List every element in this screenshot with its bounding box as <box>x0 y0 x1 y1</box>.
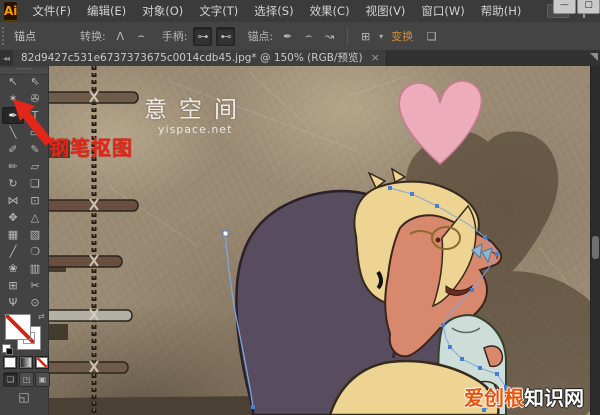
none-button[interactable] <box>35 356 49 369</box>
close-icon[interactable]: × <box>371 50 380 66</box>
watermark-title: 意空间 <box>144 90 249 124</box>
delete-anchor-icon[interactable]: ✒ <box>279 28 296 45</box>
menu-select[interactable]: 选择(S) <box>246 0 301 22</box>
annotation-text: 钢笔抠图 <box>49 132 133 161</box>
draw-behind-mode-button[interactable]: ◳ <box>19 372 34 387</box>
hand-tool[interactable]: Ψ <box>2 294 24 311</box>
fill-swatch-none[interactable] <box>5 314 31 340</box>
minimize-button[interactable]: — <box>553 0 576 14</box>
blend-tool[interactable]: ❍ <box>24 243 46 260</box>
maximize-button[interactable]: ▢ <box>577 0 600 14</box>
transform-link[interactable]: 变换 <box>391 28 413 44</box>
color-button[interactable] <box>3 356 17 369</box>
scale-tool[interactable]: ❏ <box>24 175 46 192</box>
panel-corner-icon <box>590 53 598 61</box>
direct-selection-tool[interactable]: ⇖ <box>24 73 46 90</box>
menu-type[interactable]: 文字(T) <box>191 0 246 22</box>
chevron-down-icon[interactable]: ▾ <box>379 32 383 41</box>
footer-watermark-right: 知识网 <box>524 386 584 410</box>
footer-watermark-left: 爱创根 <box>464 386 524 410</box>
document-title: 82d9427c531e6737373675c0014cdb45.jpg* @ … <box>21 50 363 66</box>
column-graph-tool[interactable]: ▥ <box>24 260 46 277</box>
width-tool[interactable]: ⋈ <box>2 192 24 209</box>
gradient-tool[interactable]: ▧ <box>24 226 46 243</box>
gradient-button[interactable] <box>19 356 33 369</box>
control-bar: 锚点 转换: Λ ⌢ 手柄: ⊶ ⊷ 锚点: ✒ ⌢ ↝ ⊞ ▾ 变换 ❑ <box>0 22 600 51</box>
convert-to-smooth-icon[interactable]: ⌢ <box>133 28 150 45</box>
draw-normal-mode-button[interactable]: ❏ <box>3 372 18 387</box>
document-tab[interactable]: 82d9427c531e6737373675c0014cdb45.jpg* @ … <box>13 50 387 66</box>
blob-brush-tool[interactable]: ✏ <box>2 158 24 175</box>
watermark-url: yispace.net <box>158 123 232 136</box>
align-icon[interactable]: ⊞ <box>357 28 374 45</box>
rotate-tool[interactable]: ↻ <box>2 175 24 192</box>
panel-grip[interactable] <box>2 27 8 45</box>
fill-stroke-indicator: ⇄ <box>0 312 48 356</box>
convert-label: 转换: <box>80 28 106 44</box>
draw-inside-mode-button[interactable]: ▣ <box>35 372 50 387</box>
perspective-grid-tool[interactable]: △ <box>24 209 46 226</box>
shape-builder-tool[interactable]: ✥ <box>2 209 24 226</box>
cut-path-icon[interactable]: ↝ <box>321 28 338 45</box>
anchors-label: 锚点: <box>247 28 273 44</box>
default-fill-stroke-icon[interactable] <box>2 344 11 353</box>
document-tab-bar: ◂◂ 82d9427c531e6737373675c0014cdb45.jpg*… <box>0 50 600 67</box>
artboard-tool[interactable]: ⊞ <box>2 277 24 294</box>
vertical-scrollbar[interactable] <box>590 66 600 415</box>
bounding-box-icon[interactable]: ❑ <box>423 28 440 45</box>
control-panel-title: 锚点 <box>14 28 36 44</box>
scrollbar-thumb[interactable] <box>592 236 599 259</box>
menu-edit[interactable]: 编辑(E) <box>79 0 134 22</box>
free-transform-tool[interactable]: ⊡ <box>24 192 46 209</box>
divider <box>347 27 348 45</box>
zoom-tool[interactable]: ⊙ <box>24 294 46 311</box>
show-handles-icon[interactable]: ⊶ <box>193 27 212 46</box>
menu-object[interactable]: 对象(O) <box>134 0 191 22</box>
eyedropper-tool[interactable]: ╱ <box>2 243 24 260</box>
screen-mode-button[interactable]: ◱ <box>13 390 35 405</box>
menu-effect[interactable]: 效果(C) <box>302 0 358 22</box>
round-corner-icon[interactable]: ⌢ <box>300 28 317 45</box>
handles-label: 手柄: <box>162 28 188 44</box>
artwork-image <box>48 66 590 415</box>
menu-window[interactable]: 窗口(W) <box>413 0 472 22</box>
menu-bar: Ai 文件(F) 编辑(E) 对象(O) 文字(T) 选择(S) 效果(C) 视… <box>0 0 600 23</box>
collapse-panel-icon[interactable]: ◂◂ <box>3 54 9 63</box>
menu-view[interactable]: 视图(V) <box>358 0 414 22</box>
symbol-sprayer-tool[interactable]: ❀ <box>2 260 24 277</box>
swap-fill-stroke-icon[interactable]: ⇄ <box>38 312 45 321</box>
menu-file[interactable]: 文件(F) <box>24 0 79 22</box>
annotation-arrow-icon <box>13 99 57 147</box>
slice-tool[interactable]: ✂ <box>24 277 46 294</box>
canvas-area[interactable]: 意空间 yispace.net 爱创根知识网 <box>48 66 590 415</box>
hide-handles-icon[interactable]: ⊷ <box>216 27 235 46</box>
eraser-tool[interactable]: ▱ <box>24 158 46 175</box>
footer-watermark: 爱创根知识网 <box>464 382 584 411</box>
mesh-tool[interactable]: ▦ <box>2 226 24 243</box>
app-logo-icon: Ai <box>3 1 18 21</box>
menu-help[interactable]: 帮助(H) <box>473 0 530 22</box>
convert-to-corner-icon[interactable]: Λ <box>112 28 129 45</box>
selection-tool[interactable]: ↖ <box>2 73 24 90</box>
